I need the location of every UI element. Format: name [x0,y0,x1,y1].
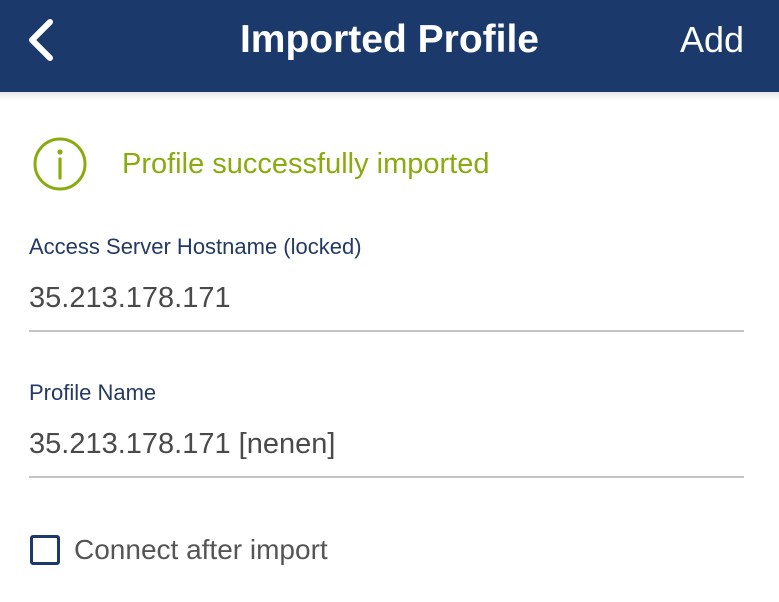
page-title: Imported Profile [239,18,540,61]
connect-after-import-label: Connect after import [74,534,328,565]
hostname-field: Access Server Hostname (locked) 35.213.1… [29,232,744,332]
hostname-underline [29,330,744,332]
profile-name-field[interactable]: Profile Name 35.213.178.171 [nenen] [29,378,744,478]
app-header: Imported Profile Add [0,0,779,92]
connect-after-import-option[interactable]: Connect after import [30,532,328,568]
info-circle-icon [33,137,87,191]
import-success-notice: Profile successfully imported [32,136,489,192]
profile-name-input[interactable]: 35.213.178.171 [nenen] [29,426,744,462]
header-shadow [0,92,779,100]
notice-text: Profile successfully imported [122,147,490,180]
profile-name-label: Profile Name [29,380,157,405]
connect-after-import-checkbox[interactable] [30,535,60,565]
add-button[interactable]: Add [680,0,744,80]
hostname-value: 35.213.178.171 [29,282,231,314]
hostname-label: Access Server Hostname (locked) [29,234,362,259]
profile-name-underline [29,476,744,478]
